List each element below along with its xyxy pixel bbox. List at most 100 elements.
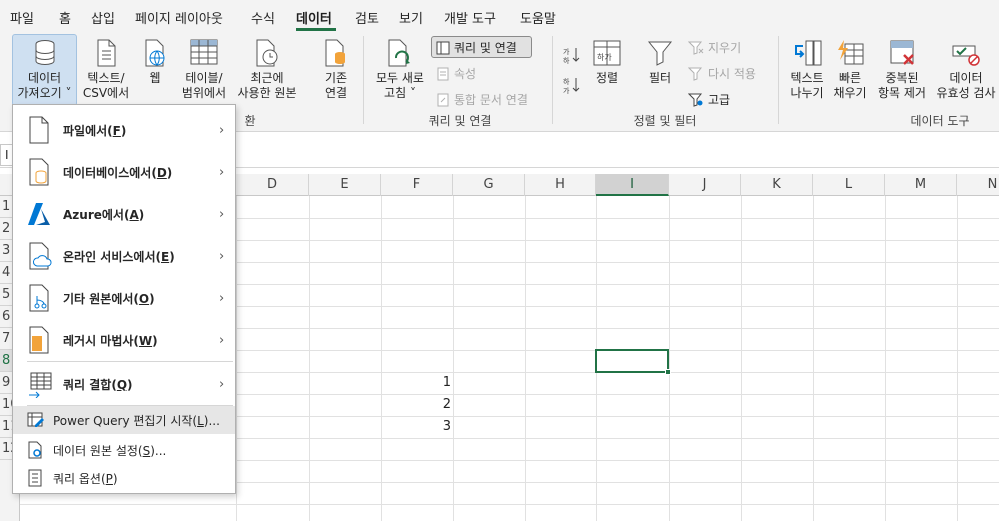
col-header-l[interactable]: L (813, 174, 885, 196)
col-header-f[interactable]: F (381, 174, 453, 196)
edit-links-button[interactable]: 통합 문서 연결 (436, 91, 528, 108)
cell-f11[interactable]: 3 (381, 416, 453, 438)
cloud-file-icon (29, 242, 52, 270)
flash-fill-button[interactable]: 빠른 채우기 (830, 38, 870, 101)
queries-panel-icon (436, 41, 450, 54)
menu-item-legacy-wizards[interactable]: 레거시 마법사(W) › (13, 319, 235, 361)
fill-handle[interactable] (665, 369, 671, 375)
queries-connections-label[interactable]: 쿼리 및 연결 (436, 39, 517, 56)
col-header-m[interactable]: M (885, 174, 957, 196)
tab-formulas[interactable]: 수식 (251, 8, 275, 27)
refresh-all-button[interactable]: 모두 새로 고침 ˅ (371, 38, 429, 101)
text-to-columns-icon (795, 40, 822, 66)
filter-icon (647, 41, 673, 66)
data-source-settings-icon (28, 441, 42, 459)
chevron-right-icon: › (219, 206, 225, 222)
existing-connections-button[interactable]: 기존 연결 (316, 38, 356, 101)
clear-filter-icon (688, 41, 704, 55)
tab-insert[interactable]: 삽입 (91, 8, 115, 27)
flash-fill-icon (838, 40, 864, 65)
chevron-right-icon: › (219, 164, 225, 180)
filter-button[interactable]: 필터 (643, 38, 677, 86)
menu-item-query-options[interactable]: 쿼리 옵션(P) (13, 464, 235, 492)
data-validation-button[interactable]: 데이터 유효성 검사 (934, 38, 998, 101)
col-header-n[interactable]: N (957, 174, 999, 196)
recent-sources-button[interactable]: 최근에 사용한 원본 (232, 38, 302, 101)
tab-file[interactable]: 파일 (10, 8, 34, 27)
from-web-button[interactable]: 웹 (138, 38, 172, 86)
connection-icon (325, 39, 345, 67)
data-validation-icon (952, 45, 980, 66)
group-label-queries: 쿼리 및 연결 (428, 114, 492, 128)
sort-desc-button[interactable]: 하가 (562, 76, 582, 94)
tab-home[interactable]: 홈 (59, 8, 71, 27)
reapply-button[interactable]: 다시 적용 (688, 65, 756, 82)
web-icon (145, 39, 165, 67)
file-icon (29, 116, 49, 144)
menu-item-launch-power-query[interactable]: Power Query 편집기 시작(L)... (13, 406, 235, 434)
remove-duplicates-button[interactable]: 중복된 항목 제거 (872, 38, 932, 101)
col-header-g[interactable]: G (453, 174, 525, 196)
chevron-right-icon: › (219, 332, 225, 348)
menu-item-from-file[interactable]: 파일에서(F) › (13, 109, 235, 151)
group-label-data-tools: 데이터 도구 (910, 114, 970, 128)
remove-duplicates-icon (890, 40, 914, 65)
col-header-h[interactable]: H (525, 174, 596, 196)
sort-desc-icon: 하가 (563, 77, 580, 94)
chevron-right-icon: › (219, 248, 225, 264)
azure-icon (28, 203, 50, 225)
table-icon (190, 39, 218, 65)
tab-developer[interactable]: 개발 도구 (444, 8, 496, 27)
sort-asc-button[interactable]: 가하 (562, 46, 582, 64)
menu-item-from-database[interactable]: 데이터베이스에서(D) › (13, 151, 235, 193)
menu-bar: 파일 홈 삽입 페이지 레이아웃 수식 데이터 검토 보기 개발 도구 도움말 (0, 0, 999, 32)
from-table-range-button[interactable]: 테이블/ 범위에서 (180, 38, 228, 101)
combine-queries-icon (29, 372, 52, 398)
col-header-k[interactable]: K (741, 174, 813, 196)
menu-item-from-azure[interactable]: Azure에서(A) › (13, 193, 235, 235)
active-tab-indicator (296, 28, 336, 31)
menu-item-from-online-services[interactable]: 온라인 서비스에서(E) › (13, 235, 235, 277)
sort-dialog-icon: 하가 (593, 40, 621, 66)
tab-view[interactable]: 보기 (399, 8, 423, 27)
svg-text:가: 가 (563, 86, 570, 94)
legacy-wizard-icon (29, 326, 49, 354)
svg-text:가: 가 (563, 47, 570, 56)
query-options-icon (28, 469, 42, 487)
advanced-filter-icon (688, 93, 703, 107)
tab-review[interactable]: 검토 (355, 8, 379, 27)
group-label-sort-filter: 정렬 및 필터 (633, 114, 697, 128)
reapply-icon (688, 67, 703, 81)
clear-filter-button[interactable]: 지우기 (688, 39, 741, 56)
from-text-csv-button[interactable]: 텍스트/ CSV에서 (80, 38, 132, 101)
properties-icon (437, 67, 449, 80)
text-to-columns-button[interactable]: 텍스트 나누기 (784, 38, 830, 101)
tab-data[interactable]: 데이터 (296, 8, 332, 27)
properties-button[interactable]: 속성 (436, 65, 476, 82)
col-header-e[interactable]: E (309, 174, 381, 196)
menu-item-combine-queries[interactable]: 쿼리 결합(Q) › (13, 363, 235, 405)
col-header-d[interactable]: D (236, 174, 309, 196)
cell-f10[interactable]: 2 (381, 394, 453, 416)
active-cell-i8[interactable] (595, 349, 669, 373)
menu-item-from-other-sources[interactable]: 기타 원본에서(O) › (13, 277, 235, 319)
get-data-dropdown: 파일에서(F) › 데이터베이스에서(D) › Azure에서(A) › 온라인… (12, 104, 236, 494)
refresh-icon (388, 39, 410, 67)
advanced-filter-button[interactable]: 고급 (688, 91, 730, 108)
svg-text:하: 하 (563, 77, 570, 86)
database-icon (35, 40, 54, 66)
menu-item-data-source-settings[interactable]: 데이터 원본 설정(S)... (13, 436, 235, 464)
power-query-editor-icon (27, 412, 44, 427)
group-label-get-transform: 환 (244, 114, 256, 128)
col-header-j[interactable]: J (669, 174, 741, 196)
other-sources-icon (29, 284, 49, 312)
tab-help[interactable]: 도움말 (520, 8, 556, 27)
chevron-right-icon: › (219, 122, 225, 138)
sort-button[interactable]: 하가 정렬 (590, 38, 624, 86)
database-file-icon (29, 158, 49, 186)
get-data-button[interactable]: 데이터 가져오기 ˅ (12, 38, 77, 101)
recent-clock-icon (256, 39, 278, 67)
col-header-i[interactable]: I (596, 174, 669, 196)
cell-f9[interactable]: 1 (381, 372, 453, 394)
tab-page-layout[interactable]: 페이지 레이아웃 (135, 8, 223, 27)
